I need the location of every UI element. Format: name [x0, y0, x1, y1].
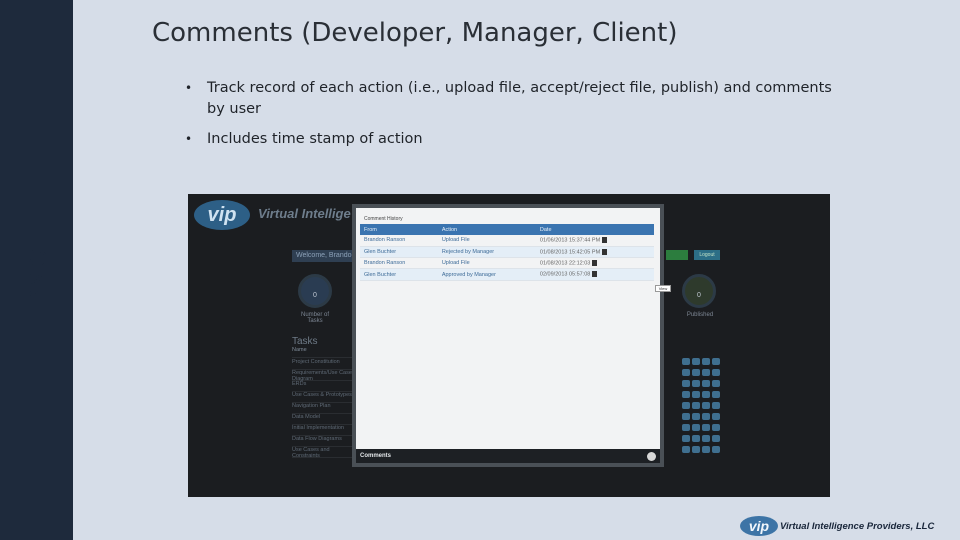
task-row[interactable]: Data Model: [292, 414, 352, 425]
date-cell: 01/06/2013 15:37:44 PM: [535, 235, 654, 247]
task-action-icons[interactable]: [682, 446, 722, 455]
task-row[interactable]: Navigation Plan: [292, 403, 352, 414]
task-action-icons[interactable]: [682, 435, 722, 444]
view-icon[interactable]: [601, 248, 607, 255]
tasks-count-label: Number of Tasks: [300, 312, 329, 324]
column-header: From: [360, 224, 438, 235]
task-row[interactable]: Initial Implementation: [292, 425, 352, 436]
task-action-icons[interactable]: [682, 391, 722, 400]
tasks-heading: Tasks: [292, 336, 318, 347]
view-icon[interactable]: [591, 259, 597, 266]
app-logo: vip: [194, 200, 250, 230]
modal-footer: Comments: [356, 449, 660, 463]
column-header: Action: [437, 224, 536, 235]
slide-title: Comments (Developer, Manager, Client): [152, 18, 678, 48]
bullet-dot: •: [185, 132, 193, 146]
from-cell[interactable]: Brandon Ranson: [360, 235, 438, 247]
task-action-icons[interactable]: [682, 358, 722, 367]
table-row: Brandon Ranson Upload File 01/08/2013 22…: [360, 257, 654, 270]
company-logo: vip: [740, 516, 778, 536]
action-cell[interactable]: Upload File: [437, 235, 536, 247]
task-row[interactable]: Use Cases & Prototypes: [292, 392, 352, 403]
date-cell: 01/08/2013 22:12:03: [535, 257, 654, 270]
task-row[interactable]: ERDs: [292, 381, 352, 392]
task-row[interactable]: Project Constitution: [292, 359, 352, 370]
view-icon[interactable]: [591, 271, 597, 278]
tasks-count-circle: [298, 274, 332, 308]
from-cell[interactable]: Glen Buchter: [360, 268, 438, 281]
from-cell[interactable]: Brandon Ranson: [360, 257, 438, 270]
bullet-dot: •: [185, 81, 193, 95]
task-action-icons[interactable]: [682, 402, 722, 411]
from-cell[interactable]: Glen Buchter: [360, 246, 438, 258]
tasks-count: 0: [313, 292, 317, 299]
app-brand: Virtual Intellige: [258, 206, 351, 221]
comment-history-table: From Action Date Brandon Ranson Upload F…: [360, 224, 654, 281]
logout-button[interactable]: Logout: [694, 250, 720, 260]
table-row: Brandon Ranson Upload File 01/06/2013 15…: [360, 235, 654, 247]
action-cell[interactable]: Rejected by Manager: [437, 246, 536, 258]
modal-title: Comment History: [364, 216, 403, 222]
comment-history-modal: Comment History From Action Date Brandon…: [352, 204, 671, 467]
bullet-list: • Track record of each action (i.e., upl…: [185, 78, 845, 159]
task-row[interactable]: Use Cases and Constraints: [292, 447, 352, 459]
table-row: Glen Buchter Rejected by Manager 01/08/2…: [360, 246, 654, 258]
action-button[interactable]: [666, 250, 688, 260]
published-count-circle: [682, 274, 716, 308]
task-row[interactable]: Data Flow Diagrams: [292, 436, 352, 447]
task-action-icons[interactable]: [682, 413, 722, 422]
app-screenshot: vip Virtual Intellige Welcome, Brando 0 …: [188, 194, 830, 497]
welcome-bar: Welcome, Brando: [292, 250, 354, 262]
task-action-icons[interactable]: [682, 369, 722, 378]
comments-label: Comments: [360, 453, 392, 459]
view-icon[interactable]: [601, 237, 607, 244]
bullet-text: Includes time stamp of action: [207, 131, 423, 147]
task-action-icons[interactable]: [682, 380, 722, 389]
published-label: Published: [686, 312, 714, 318]
action-cell[interactable]: Upload File: [437, 257, 536, 270]
published-count: 0: [697, 292, 701, 299]
view-tooltip: View: [655, 285, 671, 292]
tasks-column-header: Name: [292, 347, 352, 358]
bullet-item: • Track record of each action (i.e., upl…: [185, 78, 845, 120]
side-label: PMO: [24, 246, 52, 304]
bullet-item: • Includes time stamp of action: [185, 129, 845, 150]
task-action-icons[interactable]: [682, 424, 722, 433]
date-cell: 02/09/2013 05:57:08: [535, 268, 654, 281]
bullet-text: Track record of each action (i.e., uploa…: [207, 80, 832, 117]
company-name: Virtual Intelligence Providers, LLC: [780, 521, 935, 532]
column-header: Date: [535, 224, 654, 235]
task-row[interactable]: Requirements/Use Case Diagram: [292, 370, 352, 382]
action-cell[interactable]: Approved by Manager: [437, 268, 536, 281]
table-row: Glen Buchter Approved by Manager 02/09/2…: [360, 268, 654, 281]
date-cell: 01/08/2013 15:42:05 PM: [535, 246, 654, 258]
add-comment-button[interactable]: [647, 452, 656, 461]
